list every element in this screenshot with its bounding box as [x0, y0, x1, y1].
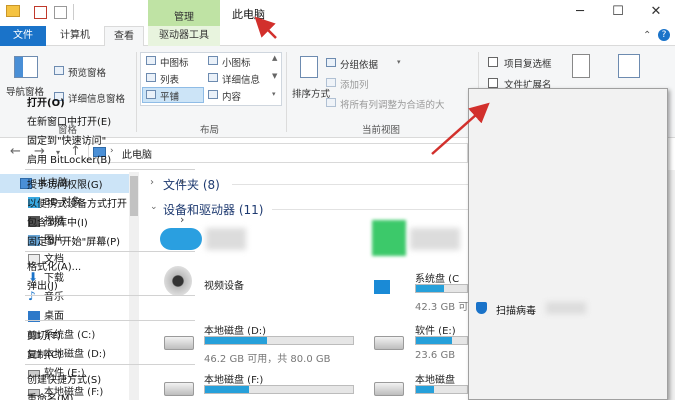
annotation-arrow-to-open — [431, 102, 490, 155]
annotation-arrows — [254, 16, 490, 155]
annotation-arrow-to-title — [254, 16, 277, 39]
